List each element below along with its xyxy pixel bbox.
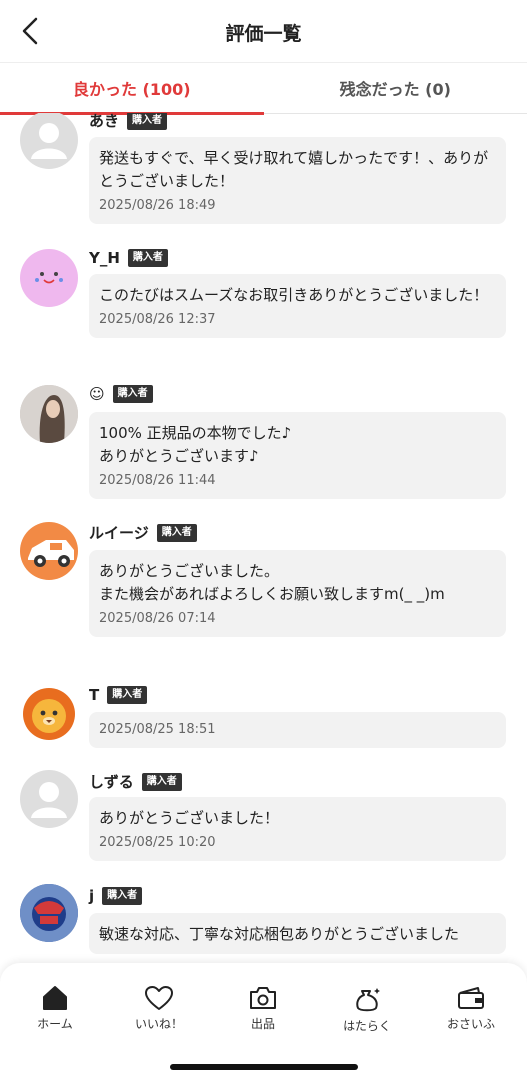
review-time: 2025/08/26 12:37	[99, 312, 216, 327]
review-bubble: 発送もすぐで、早く受け取れて嬉しかったです！、ありがとうございました！ 2025…	[89, 137, 506, 224]
reviewer-row: T 購入者	[89, 686, 148, 704]
money-bag-icon	[356, 988, 380, 1012]
bottom-nav: ホーム いいね！ 出品 はたらく おさいふ	[0, 963, 527, 1080]
reviewer-name[interactable]: ☺︎	[89, 385, 105, 403]
nav-label: いいね！	[134, 1017, 183, 1031]
reviewer-row: しずる 購入者	[89, 771, 182, 792]
nav-sell[interactable]: 出品	[218, 985, 308, 1032]
default-avatar-icon[interactable]	[20, 113, 78, 169]
home-icon	[43, 986, 67, 1010]
review-message: 発送もすぐで、早く受け取れて嬉しかったです！、ありがとうございました！	[99, 149, 489, 190]
reviewer-row: j 購入者	[89, 887, 143, 905]
review-bubble: 敏速な対応、丁寧な対応梱包ありがとうございました	[89, 913, 506, 954]
review-time: 2025/08/26 18:49	[99, 198, 216, 213]
car-avatar[interactable]	[20, 522, 78, 580]
header: 評価一覧	[0, 0, 527, 62]
review-message: 敏速な対応、丁寧な対応梱包ありがとうございました	[99, 925, 460, 943]
review-time: 2025/08/25 18:51	[99, 722, 216, 737]
review-message: ありがとうございました。 また機会があればよろしくお願い致しますm(_ _)m	[99, 562, 445, 603]
reviewer-name[interactable]: しずる	[89, 771, 134, 792]
review-time: 2025/08/26 11:44	[99, 473, 216, 488]
review-message: 100% 正規品の本物でした♪ ありがとうございます♪	[99, 424, 292, 465]
nav-label: はたらく	[343, 1019, 391, 1033]
review-bubble: 2025/08/25 18:51	[89, 712, 506, 748]
screen: 評価一覧 良かった (100) 残念だった (0) あき 購入者 発送もすぐで、…	[0, 0, 527, 1080]
review-message: このたびはスムーズなお取引きありがとうございました！	[99, 286, 489, 304]
reviewer-row: ☺︎ 購入者	[89, 385, 153, 403]
review-bubble: このたびはスムーズなお取引きありがとうございました！ 2025/08/26 12…	[89, 274, 506, 338]
reviewer-name[interactable]: ルイージ	[89, 522, 149, 543]
buyer-badge: 購入者	[112, 385, 153, 403]
figure-avatar[interactable]	[20, 884, 78, 942]
reviewer-name[interactable]: あき	[89, 113, 119, 131]
page-title: 評価一覧	[225, 23, 302, 45]
nav-home[interactable]: ホーム	[10, 985, 100, 1032]
tab-bad[interactable]: 残念だった (0)	[264, 63, 527, 113]
nav-label: ホーム	[37, 1017, 73, 1031]
buyer-badge: 購入者	[102, 887, 143, 905]
buyer-badge: 購入者	[141, 772, 182, 791]
heart-icon	[145, 986, 173, 1010]
reviewer-row: Y_H 購入者	[89, 249, 168, 267]
tab-bar: 良かった (100) 残念だった (0)	[0, 62, 527, 115]
buyer-badge: 購入者	[127, 113, 168, 130]
nav-work[interactable]: はたらく	[322, 985, 412, 1034]
pink-face-avatar[interactable]	[20, 249, 78, 307]
review-bubble: 100% 正規品の本物でした♪ ありがとうございます♪ 2025/08/26 1…	[89, 412, 506, 499]
review-time: 2025/08/25 10:20	[99, 835, 216, 850]
nav-wallet[interactable]: おさいふ	[426, 985, 516, 1032]
home-indicator	[170, 1064, 358, 1070]
camera-icon	[250, 987, 276, 1009]
nav-label: おさいふ	[446, 1017, 495, 1031]
review-list[interactable]: あき 購入者 発送もすぐで、早く受け取れて嬉しかったです！、ありがとうございまし…	[0, 113, 527, 963]
review-message: ありがとうございました！	[99, 809, 280, 827]
buyer-badge: 購入者	[156, 523, 197, 542]
review-time: 2025/08/26 07:14	[99, 611, 216, 626]
nav-label: 出品	[250, 1017, 275, 1031]
photo-avatar[interactable]	[20, 385, 78, 443]
review-bubble: ありがとうございました。 また機会があればよろしくお願い致しますm(_ _)m …	[89, 550, 506, 637]
default-avatar-icon[interactable]	[20, 770, 78, 828]
wallet-icon	[458, 987, 484, 1009]
reviewer-name[interactable]: T	[89, 686, 99, 704]
reviewer-row: あき 購入者	[89, 113, 168, 131]
reviewer-name[interactable]: j	[89, 887, 94, 905]
reviewer-name[interactable]: Y_H	[89, 249, 120, 267]
buyer-badge: 購入者	[127, 249, 168, 267]
buyer-badge: 購入者	[107, 686, 148, 704]
nav-likes[interactable]: いいね！	[114, 985, 204, 1032]
reviewer-row: ルイージ 購入者	[89, 522, 197, 543]
lion-avatar[interactable]	[20, 685, 78, 743]
review-bubble: ありがとうございました！ 2025/08/25 10:20	[89, 797, 506, 861]
tab-good[interactable]: 良かった (100)	[0, 63, 264, 115]
